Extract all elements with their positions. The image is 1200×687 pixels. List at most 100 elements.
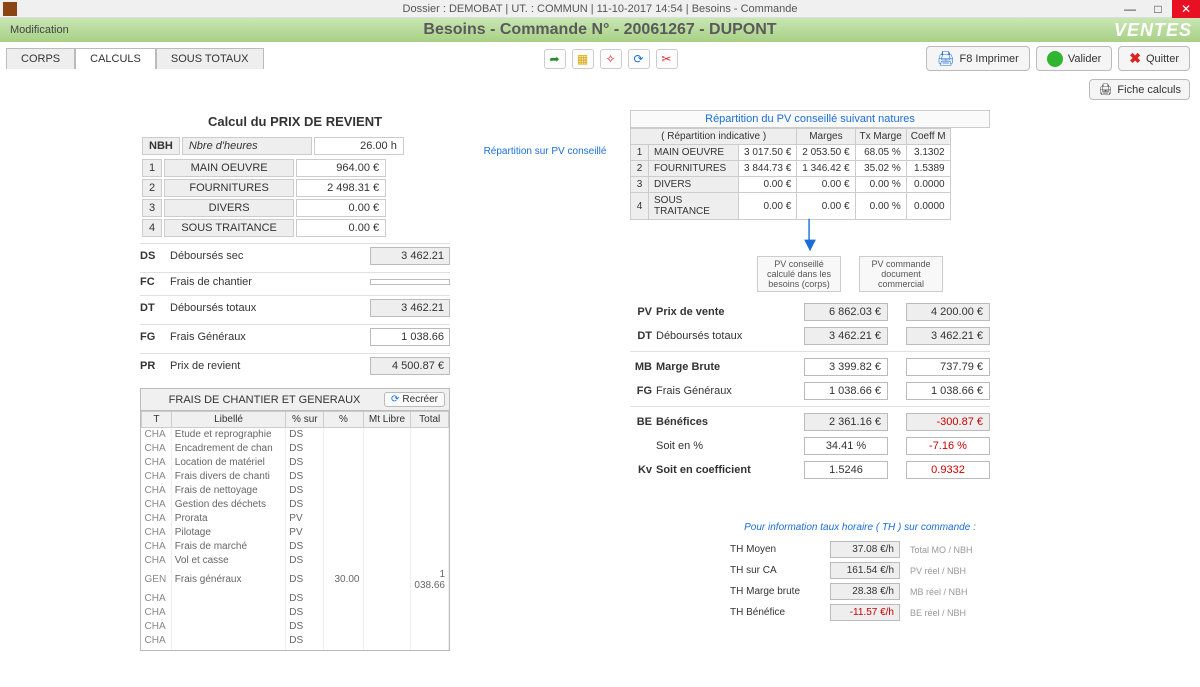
frais-mtlibre[interactable]	[363, 568, 411, 592]
frais-pcsur[interactable]: DS	[286, 592, 324, 606]
frais-type[interactable]: CHA	[142, 512, 172, 526]
refresh-icon[interactable]: ⟳	[628, 49, 650, 69]
frais-pcsur[interactable]: DS	[286, 442, 324, 456]
summary-value[interactable]: 1 038.66	[370, 328, 450, 346]
frais-total[interactable]	[411, 540, 449, 554]
frais-pc[interactable]	[324, 606, 363, 620]
frais-pc[interactable]	[324, 634, 363, 648]
frais-pcsur[interactable]: DS	[286, 484, 324, 498]
summary-value[interactable]	[370, 279, 450, 285]
frais-pcsur[interactable]: PV	[286, 512, 324, 526]
frais-pcsur[interactable]: DS	[286, 540, 324, 554]
frais-libelle[interactable]: Prorata	[171, 512, 286, 526]
frais-pc[interactable]	[324, 498, 363, 512]
frais-type[interactable]: CHA	[142, 428, 172, 442]
frais-libelle[interactable]	[171, 620, 286, 634]
frais-pc[interactable]	[324, 592, 363, 606]
col-total[interactable]: Total	[411, 412, 449, 428]
grid-icon[interactable]: ▦	[572, 49, 594, 69]
frais-pcsur[interactable]: DS	[286, 648, 324, 652]
col-pcsur[interactable]: % sur	[286, 412, 324, 428]
frais-pcsur[interactable]: DS	[286, 456, 324, 470]
frais-total[interactable]	[411, 442, 449, 456]
frais-pc[interactable]	[324, 648, 363, 652]
frais-libelle[interactable]: Encadrement de chan	[171, 442, 286, 456]
frais-total[interactable]	[411, 512, 449, 526]
summary-value[interactable]: 3 462.21	[370, 247, 450, 265]
frais-type[interactable]: CHA	[142, 498, 172, 512]
frais-total[interactable]	[411, 428, 449, 442]
forward-icon[interactable]: ➦	[544, 49, 566, 69]
col-t[interactable]: T	[142, 412, 172, 428]
summary-value[interactable]: 4 500.87 €	[370, 357, 450, 375]
frais-type[interactable]: CHA	[142, 592, 172, 606]
frais-mtlibre[interactable]	[363, 554, 411, 568]
frais-pc[interactable]	[324, 620, 363, 634]
frais-pcsur[interactable]: DS	[286, 568, 324, 592]
frais-libelle[interactable]: Frais de marché	[171, 540, 286, 554]
frais-pcsur[interactable]: DS	[286, 428, 324, 442]
frais-total[interactable]	[411, 526, 449, 540]
frais-mtlibre[interactable]	[363, 648, 411, 652]
tab-corps[interactable]: CORPS	[6, 48, 75, 69]
frais-libelle[interactable]: Pilotage	[171, 526, 286, 540]
frais-mtlibre[interactable]	[363, 470, 411, 484]
col-mtlibre[interactable]: Mt Libre	[363, 412, 411, 428]
tab-calculs[interactable]: CALCULS	[75, 48, 156, 69]
recreer-button[interactable]: ⟳Recréer	[384, 392, 445, 407]
cost-row-value[interactable]: 2 498.31 €	[296, 179, 386, 197]
frais-mtlibre[interactable]	[363, 592, 411, 606]
sparkle-icon[interactable]: ✧	[600, 49, 622, 69]
frais-type[interactable]: CHA	[142, 648, 172, 652]
cost-row-value[interactable]: 964.00 €	[296, 159, 386, 177]
frais-total[interactable]	[411, 606, 449, 620]
frais-type[interactable]: CHA	[142, 606, 172, 620]
frais-total[interactable]	[411, 620, 449, 634]
frais-total[interactable]	[411, 498, 449, 512]
frais-mtlibre[interactable]	[363, 606, 411, 620]
frais-mtlibre[interactable]	[363, 484, 411, 498]
frais-mtlibre[interactable]	[363, 620, 411, 634]
frais-pcsur[interactable]: DS	[286, 606, 324, 620]
frais-libelle[interactable]: Frais de nettoyage	[171, 484, 286, 498]
frais-libelle[interactable]	[171, 592, 286, 606]
print-button[interactable]: 🖨F8 Imprimer	[926, 46, 1030, 71]
frais-libelle[interactable]: Frais divers de chanti	[171, 470, 286, 484]
frais-mtlibre[interactable]	[363, 442, 411, 456]
frais-pc[interactable]	[324, 428, 363, 442]
summary-value[interactable]: 3 462.21	[370, 299, 450, 317]
frais-pc[interactable]	[324, 484, 363, 498]
frais-total[interactable]	[411, 470, 449, 484]
close-button[interactable]: ✕	[1172, 0, 1200, 18]
frais-type[interactable]: CHA	[142, 470, 172, 484]
frais-total[interactable]	[411, 648, 449, 652]
frais-libelle[interactable]: Frais généraux	[171, 568, 286, 592]
tab-sous-totaux[interactable]: SOUS TOTAUX	[156, 48, 264, 69]
nbh-value[interactable]: 26.00 h	[314, 137, 404, 155]
frais-pcsur[interactable]: DS	[286, 470, 324, 484]
frais-mtlibre[interactable]	[363, 428, 411, 442]
quit-button[interactable]: ✖Quitter	[1118, 46, 1190, 71]
frais-libelle[interactable]	[171, 634, 286, 648]
frais-pc[interactable]	[324, 456, 363, 470]
frais-mtlibre[interactable]	[363, 526, 411, 540]
frais-pc[interactable]	[324, 540, 363, 554]
cost-row-value[interactable]: 0.00 €	[296, 199, 386, 217]
frais-libelle[interactable]: Vol et casse	[171, 554, 286, 568]
frais-pc[interactable]	[324, 442, 363, 456]
frais-total[interactable]: 1 038.66	[411, 568, 449, 592]
frais-mtlibre[interactable]	[363, 634, 411, 648]
frais-pcsur[interactable]: PV	[286, 526, 324, 540]
frais-pc[interactable]	[324, 512, 363, 526]
minimize-button[interactable]: —	[1116, 0, 1144, 18]
frais-type[interactable]: CHA	[142, 526, 172, 540]
validate-button[interactable]: Valider	[1036, 46, 1112, 71]
frais-libelle[interactable]: Etude et reprographie	[171, 428, 286, 442]
frais-type[interactable]: GEN	[142, 568, 172, 592]
frais-total[interactable]	[411, 634, 449, 648]
frais-pc[interactable]: 30.00	[324, 568, 363, 592]
frais-pc[interactable]	[324, 470, 363, 484]
frais-type[interactable]: CHA	[142, 540, 172, 554]
frais-total[interactable]	[411, 484, 449, 498]
frais-type[interactable]: CHA	[142, 442, 172, 456]
